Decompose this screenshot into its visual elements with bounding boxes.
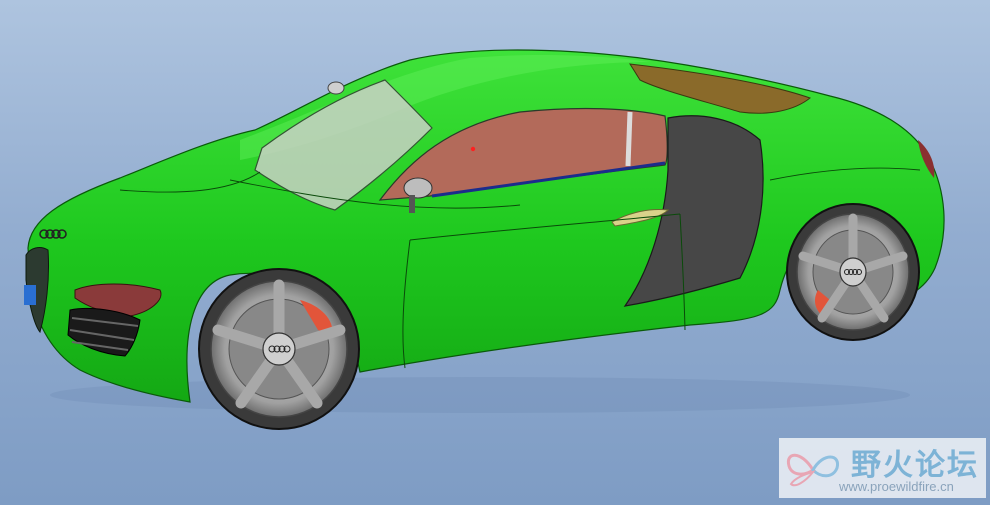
license-plate [24, 285, 36, 305]
butterfly-logo-icon [786, 453, 840, 487]
rear-wheel[interactable] [786, 203, 920, 341]
forum-watermark: 野火论坛 www.proewildfire.cn [779, 438, 986, 498]
pick-point-marker [470, 146, 476, 152]
roof-sensor [327, 81, 345, 95]
watermark-url: www.proewildfire.cn [839, 479, 954, 494]
front-wheel[interactable] [198, 268, 360, 430]
watermark-title: 野火论坛 [851, 448, 979, 483]
car-3d-model[interactable] [0, 0, 990, 505]
cad-3d-viewport[interactable]: 野火论坛 www.proewildfire.cn [0, 0, 990, 505]
b-pillar [625, 111, 633, 167]
